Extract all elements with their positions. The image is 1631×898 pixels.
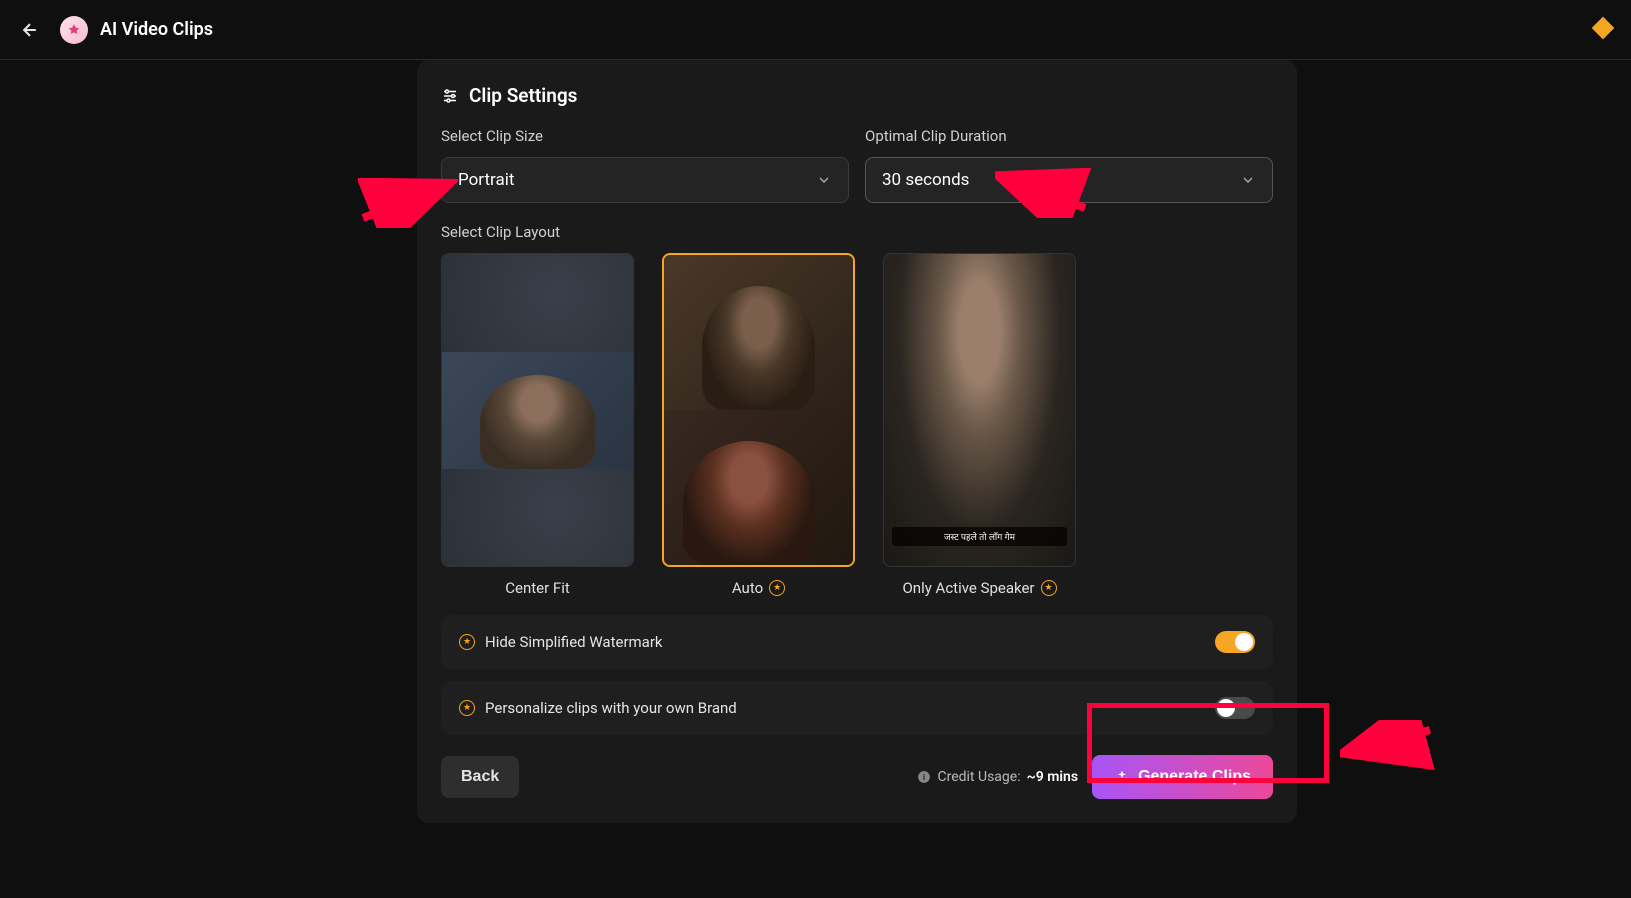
page-title: AI Video Clips (100, 19, 213, 40)
chevron-down-icon (816, 172, 832, 188)
section-title: Clip Settings (469, 84, 577, 107)
sliders-icon (441, 87, 459, 105)
footer-row: Back i Credit Usage: ~9 mins Generate Cl… (441, 755, 1273, 799)
duration-label: Optimal Clip Duration (865, 127, 1273, 145)
header: AI Video Clips (0, 0, 1631, 60)
annotation-arrow (1340, 720, 1440, 770)
credit-usage: i Credit Usage: ~9 mins (917, 769, 1078, 785)
watermark-toggle[interactable] (1215, 631, 1255, 653)
credit-value: ~9 mins (1027, 769, 1078, 785)
layout-options: Center Fit Auto ★ जस्ट पहले तो लाँग गेम … (441, 253, 1273, 597)
credit-label: Credit Usage: (937, 769, 1020, 785)
brand-toggle[interactable] (1215, 697, 1255, 719)
layout-thumb-active-speaker: जस्ट पहले तो लाँग गेम (883, 253, 1076, 567)
layout-thumb-center-fit (441, 253, 634, 567)
brand-option-row: ★ Personalize clips with your own Brand (441, 681, 1273, 735)
watermark-label: Hide Simplified Watermark (485, 633, 663, 651)
duration-value: 30 seconds (882, 170, 969, 190)
clip-size-label: Select Clip Size (441, 127, 849, 145)
section-header: Clip Settings (441, 84, 1273, 107)
premium-badge-icon: ★ (459, 700, 475, 716)
back-arrow-button[interactable] (20, 20, 40, 40)
svg-text:i: i (923, 772, 925, 782)
clip-size-value: Portrait (458, 170, 514, 190)
dropdown-row: Select Clip Size Portrait Optimal Clip D… (441, 127, 1273, 203)
clip-size-select[interactable]: Portrait (441, 157, 849, 203)
generate-label: Generate Clips (1138, 768, 1251, 786)
app-logo (60, 16, 88, 44)
layout-thumb-auto (662, 253, 855, 567)
watermark-option-row: ★ Hide Simplified Watermark (441, 615, 1273, 669)
duration-select[interactable]: 30 seconds (865, 157, 1273, 203)
premium-badge-icon: ★ (1041, 580, 1057, 596)
generate-clips-button[interactable]: Generate Clips (1092, 755, 1273, 799)
caption-overlay: जस्ट पहले तो लाँग गेम (892, 527, 1067, 546)
layout-label-auto: Auto ★ (662, 579, 855, 597)
layout-label-center-fit: Center Fit (441, 579, 634, 597)
duration-field: Optimal Clip Duration 30 seconds (865, 127, 1273, 203)
layout-label: Select Clip Layout (441, 223, 1273, 241)
layout-option-center-fit[interactable]: Center Fit (441, 253, 634, 597)
premium-badge-icon: ★ (459, 634, 475, 650)
premium-badge-icon: ★ (769, 580, 785, 596)
clip-size-field: Select Clip Size Portrait (441, 127, 849, 203)
layout-label-active-speaker: Only Active Speaker ★ (883, 579, 1076, 597)
layout-option-active-speaker[interactable]: जस्ट पहले तो लाँग गेम Only Active Speake… (883, 253, 1076, 597)
chevron-down-icon (1240, 172, 1256, 188)
logo-s-icon (67, 23, 81, 37)
sparkle-icon (1114, 769, 1130, 785)
arrow-left-icon (20, 20, 40, 40)
premium-diamond-icon[interactable] (1592, 17, 1615, 40)
back-button[interactable]: Back (441, 756, 519, 798)
clip-settings-panel: Clip Settings Select Clip Size Portrait … (417, 60, 1297, 823)
layout-option-auto[interactable]: Auto ★ (662, 253, 855, 597)
brand-label: Personalize clips with your own Brand (485, 699, 737, 717)
info-icon: i (917, 770, 931, 784)
